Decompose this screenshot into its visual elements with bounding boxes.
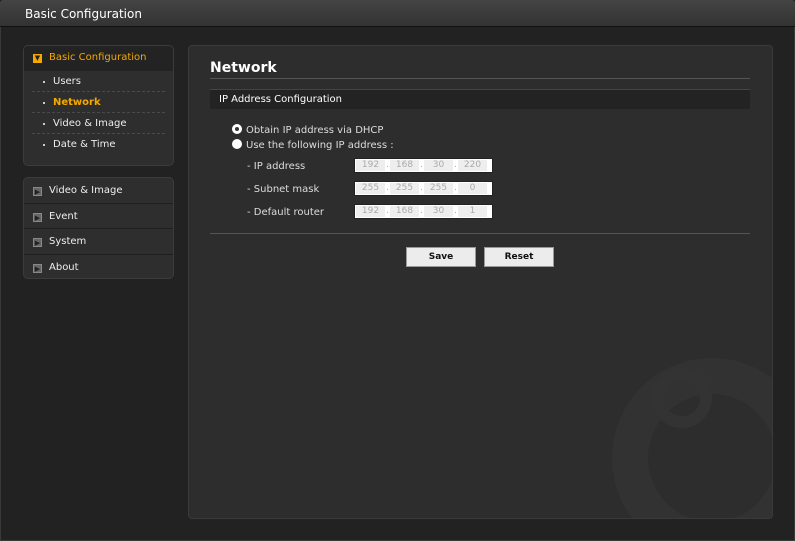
ip-address-field[interactable]: 192. 168. 30. 220 <box>354 158 493 173</box>
chevron-right-icon: ▶ <box>33 263 42 273</box>
sidebar-section-video-image[interactable]: ▶ Video & Image <box>24 178 173 204</box>
subnet-mask-field[interactable]: 255. 255. 255. 0 <box>354 181 493 196</box>
default-router-label: - Default router <box>247 207 325 218</box>
octet-input[interactable]: 192 <box>356 206 385 217</box>
ip-address-label: - IP address <box>247 161 306 172</box>
octet-input[interactable]: 30 <box>424 160 453 171</box>
divider <box>210 78 750 79</box>
octet-input[interactable]: 220 <box>458 160 487 171</box>
section-label: System <box>49 236 87 247</box>
gear-watermark-small-icon <box>652 368 712 428</box>
chevron-right-icon: ▶ <box>33 238 42 247</box>
radio-button[interactable] <box>232 139 242 149</box>
sidebar-section-event[interactable]: ▶ Event <box>24 204 173 229</box>
sidebar-section-system[interactable]: ▶ System <box>24 229 173 255</box>
radio-static-ip[interactable]: Use the following IP address : <box>232 139 394 151</box>
octet-input[interactable]: 1 <box>458 206 487 217</box>
chevron-down-icon: ▼ <box>33 54 42 63</box>
radio-dhcp[interactable]: Obtain IP address via DHCP <box>232 124 383 136</box>
octet-input[interactable]: 168 <box>390 206 419 217</box>
subnet-mask-label: - Subnet mask <box>247 184 320 195</box>
sidebar-sections: ▶ Video & Image ▶ Event ▶ System ▶ About <box>23 177 174 279</box>
radio-static-label: Use the following IP address : <box>246 140 394 151</box>
chevron-right-icon: ▶ <box>33 187 42 196</box>
chevron-right-icon: ▶ <box>33 212 42 222</box>
sidebar-item-network[interactable]: Network <box>32 92 165 113</box>
octet-input[interactable]: 255 <box>356 183 385 194</box>
radio-button-checked[interactable] <box>232 124 242 134</box>
octet-input[interactable]: 30 <box>424 206 453 217</box>
octet-input[interactable]: 0 <box>458 183 487 194</box>
sidebar-basic-configuration: ▼ Basic Configuration Users Network Video… <box>23 45 174 166</box>
octet-input[interactable]: 168 <box>390 160 419 171</box>
reset-button[interactable]: Reset <box>484 247 554 267</box>
sidebar-item-date-time[interactable]: Date & Time <box>32 134 165 155</box>
section-label: Video & Image <box>49 185 123 196</box>
sidebar-item-video-image[interactable]: Video & Image <box>32 113 165 134</box>
section-label: Event <box>49 210 78 222</box>
page-title: Network <box>210 60 277 76</box>
section-label: About <box>49 261 79 273</box>
radio-dhcp-label: Obtain IP address via DHCP <box>246 125 384 136</box>
title-bar: Basic Configuration <box>0 0 795 27</box>
octet-input[interactable]: 255 <box>424 183 453 194</box>
default-router-field[interactable]: 192. 168. 30. 1 <box>354 204 493 219</box>
save-button[interactable]: Save <box>406 247 476 267</box>
sidebar-header-label: Basic Configuration <box>49 52 147 63</box>
sidebar-item-users[interactable]: Users <box>32 71 165 92</box>
main-panel: Network IP Address Configuration Obtain … <box>188 45 773 519</box>
sidebar-section-about[interactable]: ▶ About <box>24 255 173 279</box>
divider <box>210 233 750 234</box>
octet-input[interactable]: 255 <box>390 183 419 194</box>
sidebar-header-basic-configuration[interactable]: ▼ Basic Configuration <box>24 46 173 71</box>
section-header: IP Address Configuration <box>210 89 750 109</box>
octet-input[interactable]: 192 <box>356 160 385 171</box>
